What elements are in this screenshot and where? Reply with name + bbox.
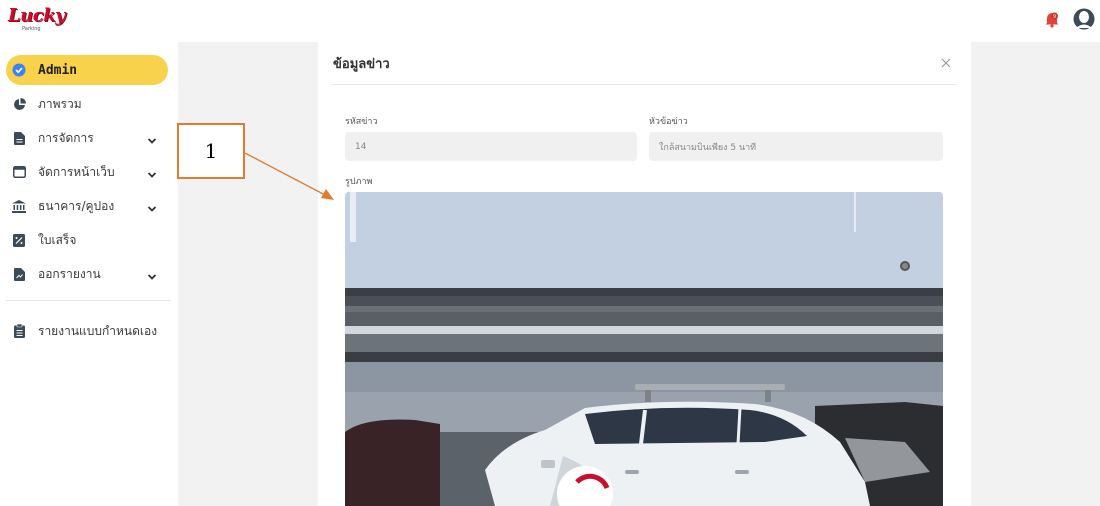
chevron-down-icon [146,268,158,280]
user-avatar-icon[interactable] [1073,7,1095,31]
sidebar-item-label: Admin [38,62,78,78]
sidebar-item-overview[interactable]: ภาพรวม [6,89,168,119]
news-id-field[interactable]: 14 [345,132,637,161]
svg-text:9: 9 [1053,14,1056,20]
callout-box: 1 [177,123,245,179]
notification-bell-icon[interactable]: 9 [1044,10,1060,28]
sidebar-item-label: การจัดการ [38,130,94,145]
sidebar-item-web-management[interactable]: จัดการหน้าเว็บ [6,157,168,187]
logo-text: Lucky [8,5,66,26]
news-image [345,192,943,506]
news-id-label: รหัสข่าว [345,117,378,127]
sidebar-item-reports[interactable]: ออกรายงาน [6,259,168,289]
headline-label: หัวข้อข่าว [649,117,688,127]
sidebar-item-admin[interactable]: Admin [6,55,168,85]
sidebar-item-custom-report[interactable]: รายงานแบบกำหนดเอง [6,316,168,346]
sidebar: Admin ภาพรวม การจัดการ จัดการหน้าเว็บ ธน… [0,42,178,506]
document-icon [12,131,26,145]
sidebar-divider [6,300,171,301]
bank-icon [12,199,26,213]
news-detail-modal: ข้อมูลข่าว รหัสข่าว 14 หัวข้อข่าว ใกล้สน… [318,42,971,506]
chevron-down-icon [146,132,158,144]
sidebar-item-label: ใบเสร็จ [38,232,77,247]
callout-number: 1 [204,139,218,163]
check-badge-icon [12,63,26,77]
sidebar-item-label: ภาพรวม [38,96,82,111]
image-label: รูปภาพ [345,177,373,187]
modal-title: ข้อมูลข่าว [333,57,390,72]
lucky-parking-logo[interactable]: Lucky Parking [8,5,66,35]
sidebar-item-management[interactable]: การจัดการ [6,123,168,153]
chevron-down-icon [146,200,158,212]
headline-field[interactable]: ใกล้สนามบินเพียง 5 นาที [649,132,943,161]
sidebar-item-label: ออกรายงาน [38,266,101,281]
receipt-icon [12,233,26,247]
modal-divider [332,84,957,85]
sidebar-item-bank-coupon[interactable]: ธนาคาร/คูปอง [6,191,168,221]
chevron-down-icon [146,166,158,178]
sidebar-item-label: จัดการหน้าเว็บ [38,164,115,179]
modal-backdrop-right[interactable] [971,42,1100,506]
modal-backdrop-left[interactable] [178,42,318,506]
logo-subtext: Parking [22,26,41,32]
report-file-icon [12,267,26,281]
close-icon[interactable] [940,54,952,68]
sidebar-item-label: ธนาคาร/คูปอง [38,198,115,213]
clipboard-icon [12,324,26,338]
sidebar-item-receipt[interactable]: ใบเสร็จ [6,225,168,255]
top-bar: Lucky Parking 9 [0,0,1100,42]
pie-chart-icon [12,97,26,111]
sidebar-item-label: รายงานแบบกำหนดเอง [38,323,158,338]
browser-window-icon [12,165,26,179]
